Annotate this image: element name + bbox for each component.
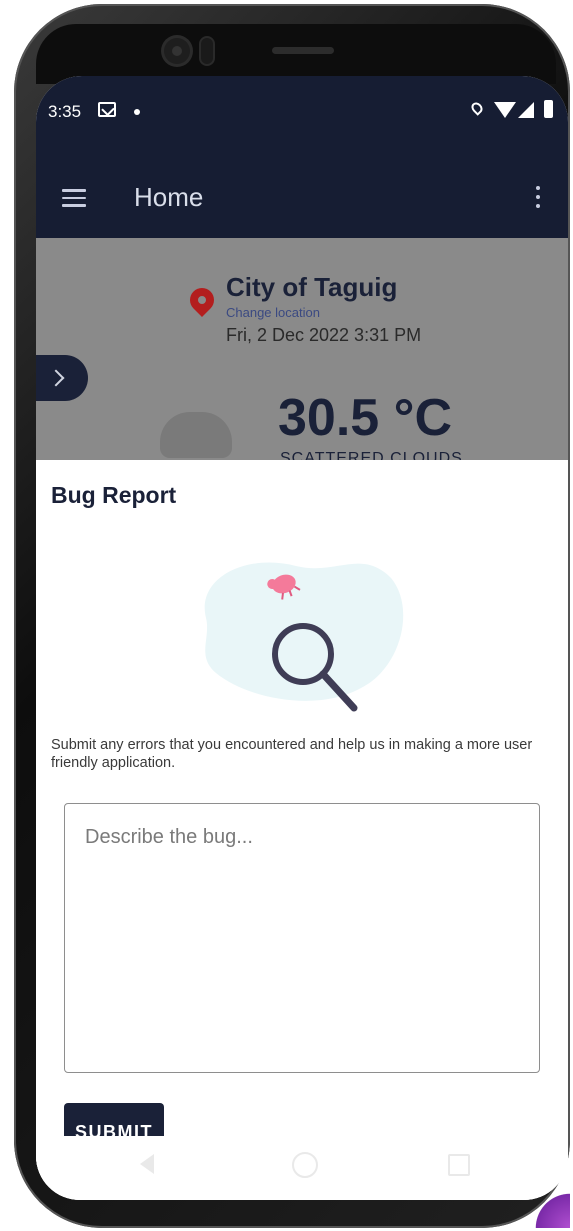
system-nav-bar — [36, 1136, 568, 1200]
expand-drawer-button[interactable] — [36, 355, 88, 401]
temperature: 30.5 °C — [278, 389, 453, 447]
home-content: City of Taguig Change location Fri, 2 De… — [36, 238, 568, 460]
bug-description-input[interactable] — [64, 803, 540, 1073]
location-status-icon — [469, 100, 485, 116]
change-location-link[interactable]: Change location — [226, 305, 320, 320]
bug-report-description: Submit any errors that you encountered a… — [51, 737, 533, 771]
app-bar: 3:35 Home — [36, 76, 568, 238]
signal-icon — [518, 102, 534, 118]
cloud-icon — [160, 412, 232, 458]
nav-recents-icon[interactable] — [448, 1154, 470, 1176]
weather-condition: SCATTERED CLOUDS — [280, 450, 463, 460]
sheet-title: Bug Report — [51, 482, 177, 508]
front-camera — [164, 38, 190, 64]
top-bezel — [36, 24, 556, 84]
hamburger-menu-icon[interactable] — [62, 189, 86, 207]
gmail-notification-icon — [98, 102, 116, 117]
bug-search-illustration — [204, 562, 404, 712]
status-time: 3:35 — [48, 102, 82, 121]
earpiece-speaker — [272, 47, 334, 54]
nav-home-icon[interactable] — [292, 1152, 318, 1178]
notification-dot-icon — [134, 109, 140, 115]
battery-icon — [544, 100, 553, 118]
date-time: Fri, 2 Dec 2022 3:31 PM — [226, 325, 422, 345]
wifi-icon — [494, 102, 516, 118]
page-title: Home — [134, 182, 204, 212]
nav-back-icon[interactable] — [140, 1154, 154, 1174]
bug-report-sheet: Bug Report Submit any errors that you en… — [36, 460, 568, 1200]
proximity-sensor — [201, 38, 213, 64]
location-pin-icon — [185, 283, 219, 317]
screen: 3:35 Home City of Taguig Change location… — [36, 76, 568, 1200]
city-name: City of Taguig — [226, 272, 398, 302]
more-options-icon[interactable] — [536, 186, 540, 213]
